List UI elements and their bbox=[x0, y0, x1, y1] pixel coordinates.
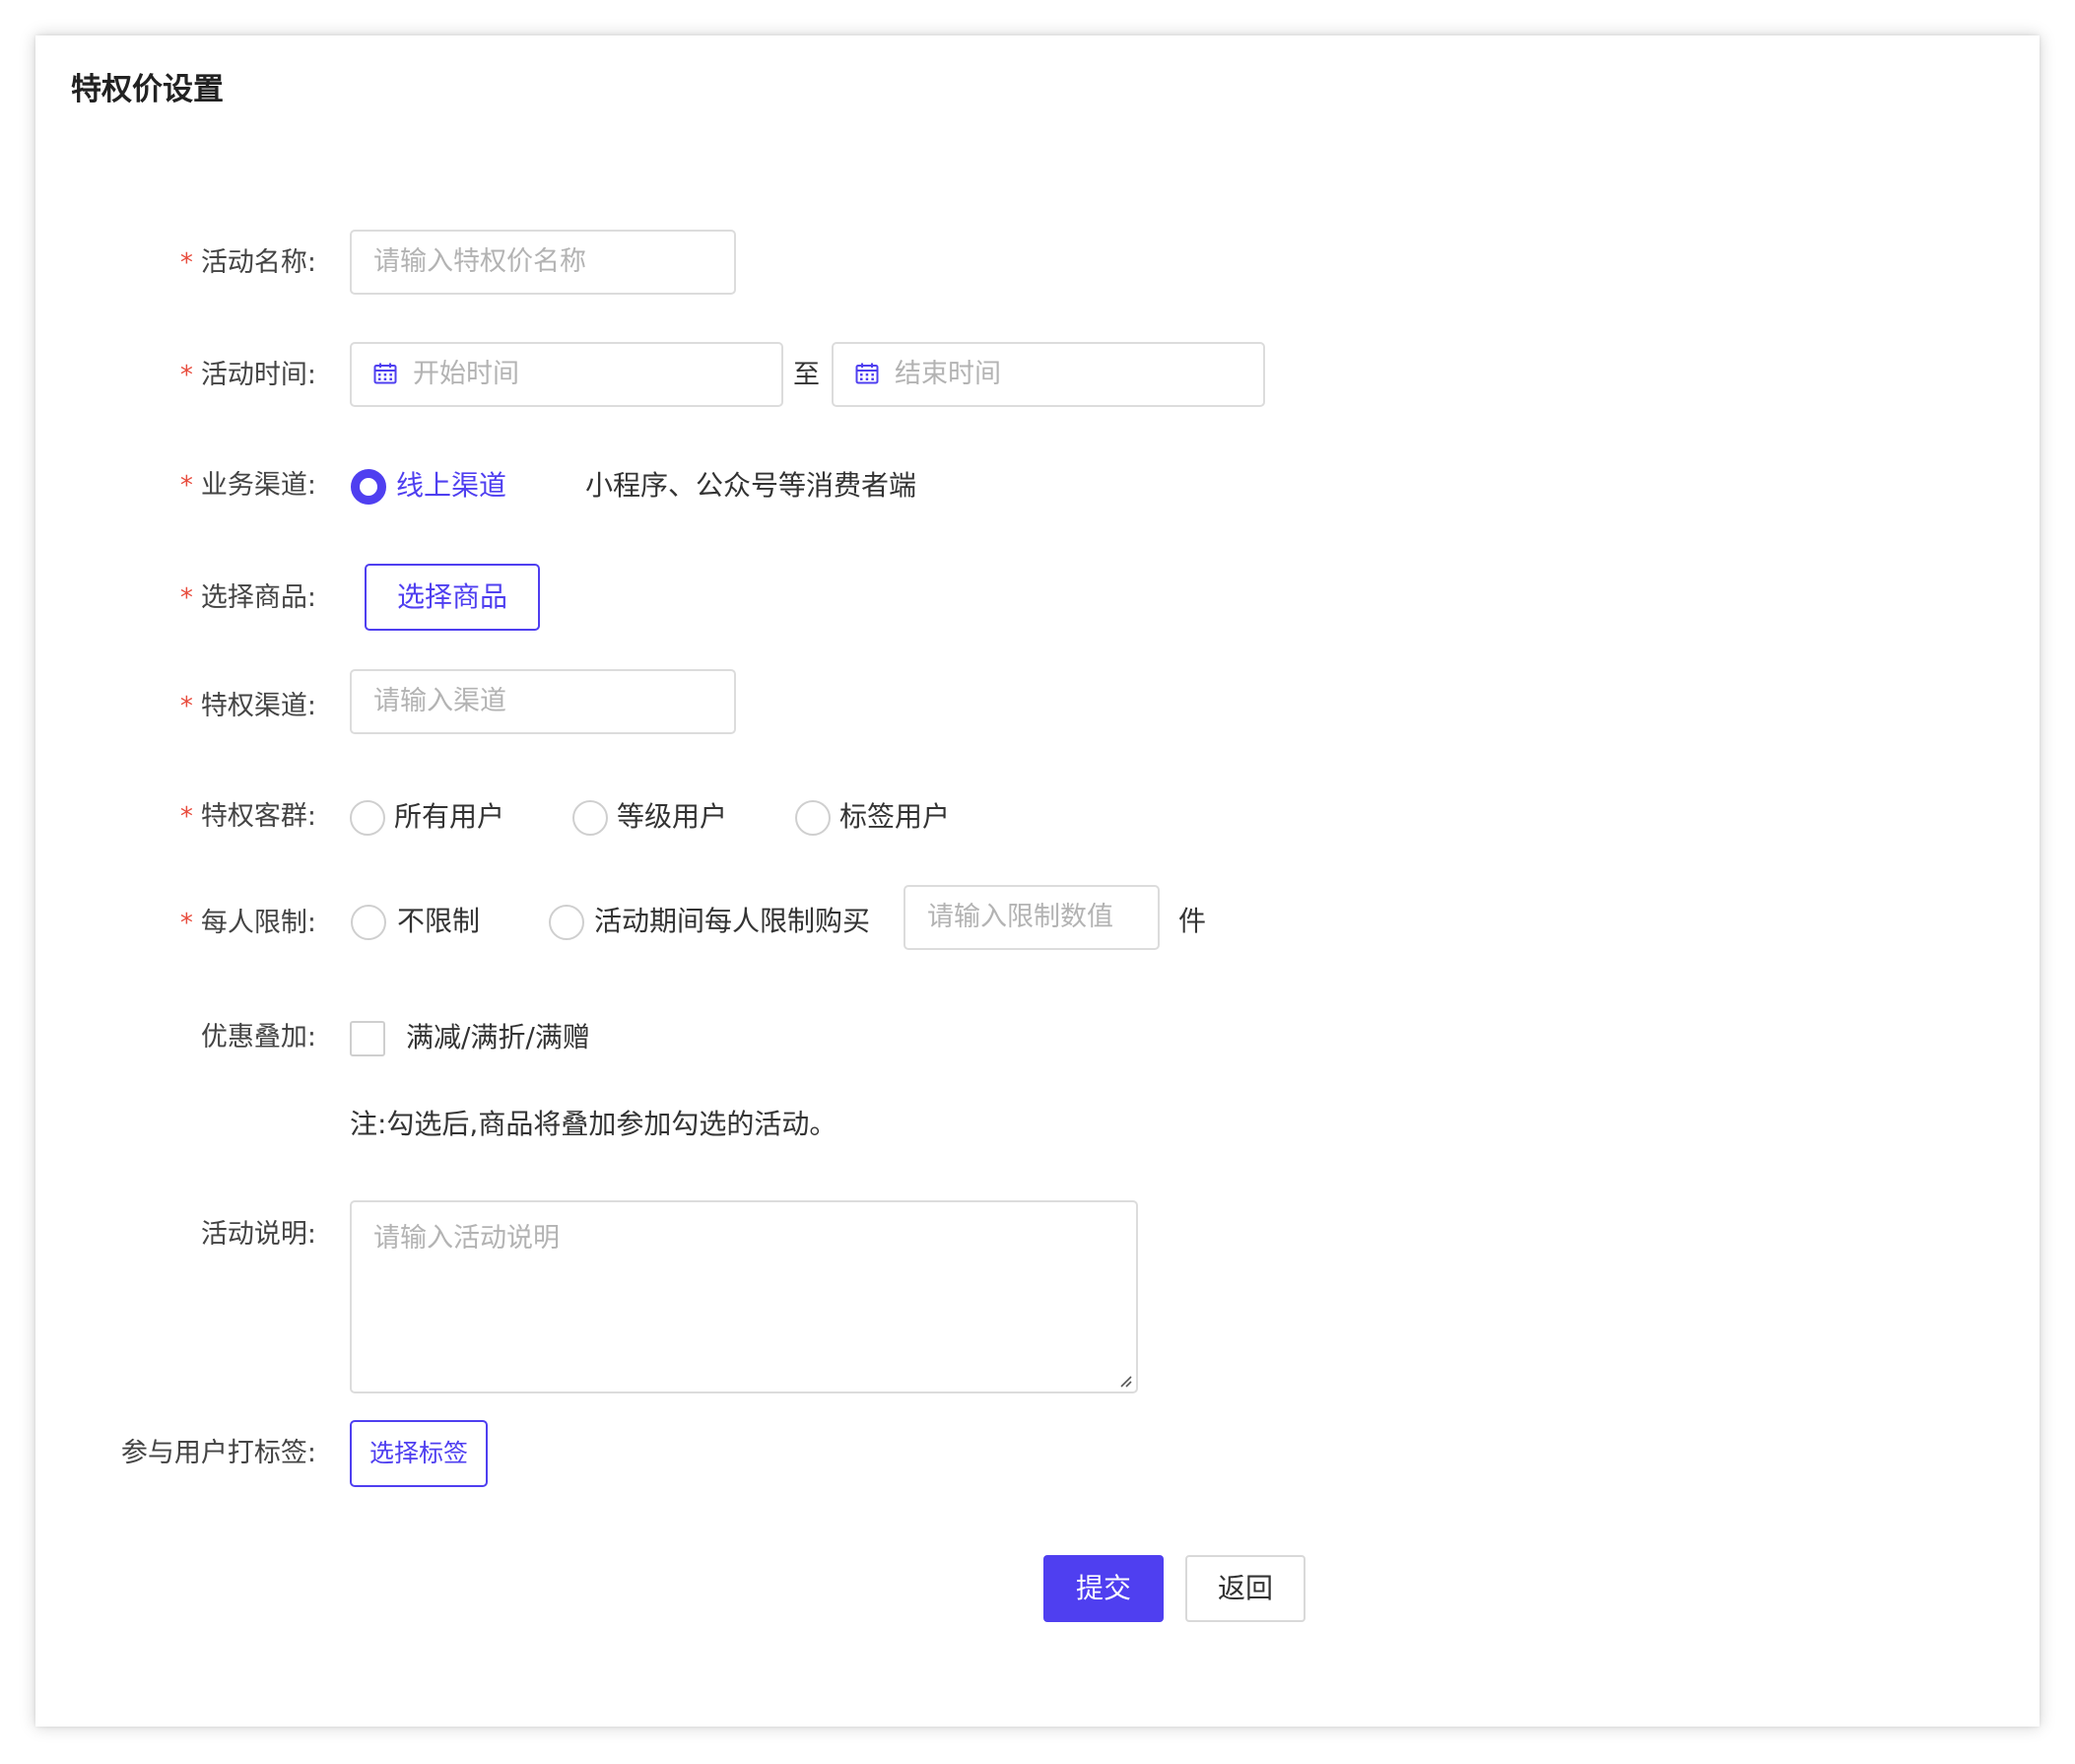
online-channel-option[interactable]: 线上渠道 bbox=[396, 451, 506, 520]
row-discount-stack: 优惠叠加: 满减/满折/满赠 bbox=[35, 1003, 2040, 1072]
activity-desc-placeholder: 请输入活动说明 bbox=[373, 1223, 560, 1254]
privilege-channel-label: * 特权渠道: bbox=[179, 691, 316, 721]
start-time-input[interactable]: 开始时间 bbox=[350, 342, 783, 407]
required-mark: * bbox=[179, 583, 193, 613]
row-per-person-limit: * 每人限制: 不限制 活动期间每人限制购买 请输入限制数值 件 bbox=[35, 885, 2040, 958]
per-person-limit-label: * 每人限制: bbox=[179, 908, 316, 938]
discount-stack-option[interactable]: 满减/满折/满赠 bbox=[406, 1003, 590, 1072]
activity-name-label: * 活动名称: bbox=[179, 247, 316, 278]
end-time-input[interactable]: 结束时间 bbox=[832, 342, 1265, 407]
privilege-group-label: * 特权客群: bbox=[179, 801, 316, 832]
row-select-product: * 选择商品: 选择商品 bbox=[35, 564, 2040, 633]
row-privilege-channel: * 特权渠道: 请输入渠道 bbox=[35, 669, 2040, 741]
row-business-channel: * 业务渠道: 线上渠道 小程序、公众号等消费者端 bbox=[35, 451, 2040, 520]
row-privilege-group: * 特权客群: 所有用户 等级用户 标签用户 bbox=[35, 782, 2040, 851]
activity-name-input[interactable]: 请输入特权价名称 bbox=[350, 230, 736, 295]
calendar-icon bbox=[373, 363, 397, 383]
required-mark: * bbox=[179, 909, 193, 938]
limit-purchase-radio[interactable] bbox=[549, 905, 584, 940]
activity-desc-textarea[interactable]: 请输入活动说明 bbox=[350, 1200, 1138, 1393]
activity-time-label: * 活动时间: bbox=[179, 360, 316, 390]
resize-grip-icon[interactable] bbox=[1118, 1374, 1132, 1388]
row-discount-note: 注:勾选后,商品将叠加参加勾选的活动。 bbox=[35, 1090, 2040, 1159]
limit-unit: 件 bbox=[1178, 905, 1207, 937]
all-users-radio[interactable] bbox=[350, 800, 385, 836]
required-mark: * bbox=[179, 692, 193, 721]
row-activity-time: * 活动时间: 开始时间 至 结束时间 bbox=[35, 341, 2040, 410]
time-separator: 至 bbox=[793, 360, 820, 390]
required-mark: * bbox=[179, 248, 193, 278]
calendar-icon bbox=[855, 363, 879, 383]
required-mark: * bbox=[179, 471, 193, 501]
business-channel-description: 小程序、公众号等消费者端 bbox=[585, 469, 917, 502]
submit-button[interactable]: 提交 bbox=[1043, 1555, 1164, 1622]
end-time-placeholder: 结束时间 bbox=[895, 359, 1001, 389]
select-tag-button[interactable]: 选择标签 bbox=[350, 1420, 488, 1487]
activity-desc-label: 活动说明: bbox=[200, 1219, 316, 1250]
limit-value-input[interactable]: 请输入限制数值 bbox=[904, 885, 1160, 950]
limit-purchase-option[interactable]: 活动期间每人限制购买 bbox=[594, 887, 870, 956]
user-tag-label: 参与用户打标签: bbox=[120, 1438, 316, 1468]
select-product-button[interactable]: 选择商品 bbox=[365, 564, 540, 631]
level-users-option[interactable]: 等级用户 bbox=[617, 782, 727, 851]
page-title: 特权价设置 bbox=[71, 72, 224, 107]
start-time-placeholder: 开始时间 bbox=[413, 359, 519, 389]
privilege-channel-input[interactable]: 请输入渠道 bbox=[350, 669, 736, 734]
discount-stack-note: 注:勾选后,商品将叠加参加勾选的活动。 bbox=[350, 1108, 837, 1140]
select-product-label: * 选择商品: bbox=[179, 582, 316, 613]
tag-users-option[interactable]: 标签用户 bbox=[839, 782, 950, 851]
no-limit-radio[interactable] bbox=[351, 905, 386, 940]
row-activity-name: * 活动名称: 请输入特权价名称 bbox=[35, 229, 2040, 298]
back-button[interactable]: 返回 bbox=[1185, 1555, 1305, 1622]
no-limit-option[interactable]: 不限制 bbox=[397, 887, 480, 956]
required-mark: * bbox=[179, 361, 193, 390]
level-users-radio[interactable] bbox=[572, 800, 608, 836]
required-mark: * bbox=[179, 802, 193, 832]
row-activity-desc: 活动说明: 请输入活动说明 bbox=[35, 1200, 2040, 1397]
discount-stack-checkbox[interactable] bbox=[350, 1021, 385, 1056]
tag-users-radio[interactable] bbox=[795, 800, 831, 836]
business-channel-label: * 业务渠道: bbox=[179, 470, 316, 501]
all-users-option[interactable]: 所有用户 bbox=[394, 782, 504, 851]
discount-stack-label: 优惠叠加: bbox=[200, 1022, 316, 1052]
online-channel-radio[interactable] bbox=[351, 469, 386, 505]
form-card: 特权价设置 * 活动名称: 请输入特权价名称 * 活动时间: 开始时间 至 结束… bbox=[35, 35, 2040, 1727]
row-user-tag: 参与用户打标签: 选择标签 bbox=[35, 1419, 2040, 1488]
